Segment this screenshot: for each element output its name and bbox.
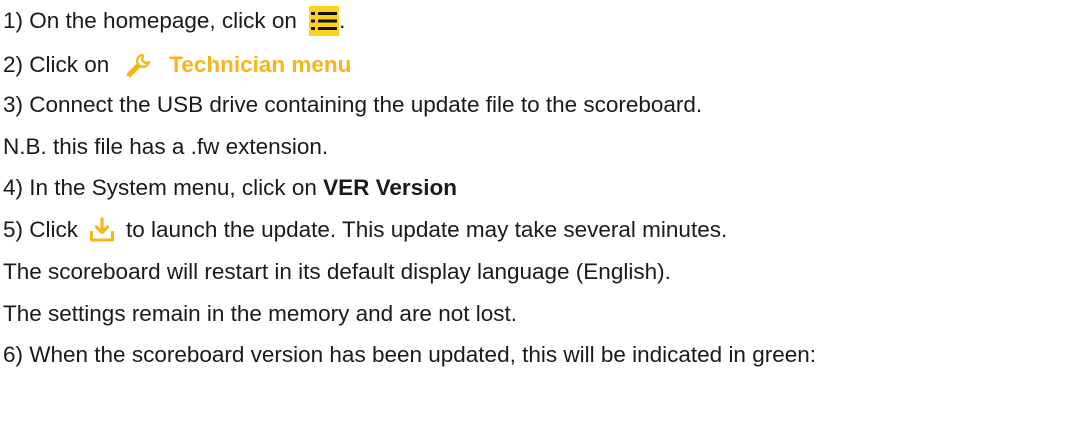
technician-menu-label: Technician menu — [169, 52, 352, 77]
step-1-text: 1) On the homepage, click on — [3, 8, 304, 33]
wrench-icon — [125, 51, 153, 79]
step-5-note-2: The settings remain in the memory and ar… — [3, 296, 517, 332]
step-1: 1) On the homepage, click on . — [3, 3, 345, 39]
step-3-note-text: N.B. this file has a .fw extension. — [3, 134, 329, 159]
step-6-text: 6) When the scoreboard version has been … — [3, 342, 816, 367]
step-5-note-1: The scoreboard will restart in its defau… — [3, 254, 671, 290]
step-5-text: 5) Click — [3, 217, 79, 242]
step-2-text: 2) Click on — [3, 52, 110, 77]
download-icon — [89, 217, 115, 243]
step-4: 4) In the System menu, click on VER Vers… — [3, 170, 457, 206]
ver-version-label: VER Version — [323, 175, 457, 200]
step-5-after-text: to launch the update. This update may ta… — [126, 217, 728, 242]
step-4-text: 4) In the System menu, click on — [3, 175, 324, 200]
step-6: 6) When the scoreboard version has been … — [3, 337, 816, 373]
step-3-note: N.B. this file has a .fw extension. — [3, 129, 328, 165]
step-3: 3) Connect the USB drive containing the … — [3, 87, 702, 123]
step-2: 2) Click on Technician menu — [3, 47, 351, 83]
menu-list-icon — [309, 6, 340, 36]
step-5-note-1-text: The scoreboard will restart in its defau… — [3, 259, 671, 284]
step-5-note-2-text: The settings remain in the memory and ar… — [3, 301, 517, 326]
step-3-text: 3) Connect the USB drive containing the … — [3, 92, 703, 117]
step-5: 5) Click to launch the update. This upda… — [3, 212, 727, 248]
step-1-period: . — [339, 8, 346, 33]
